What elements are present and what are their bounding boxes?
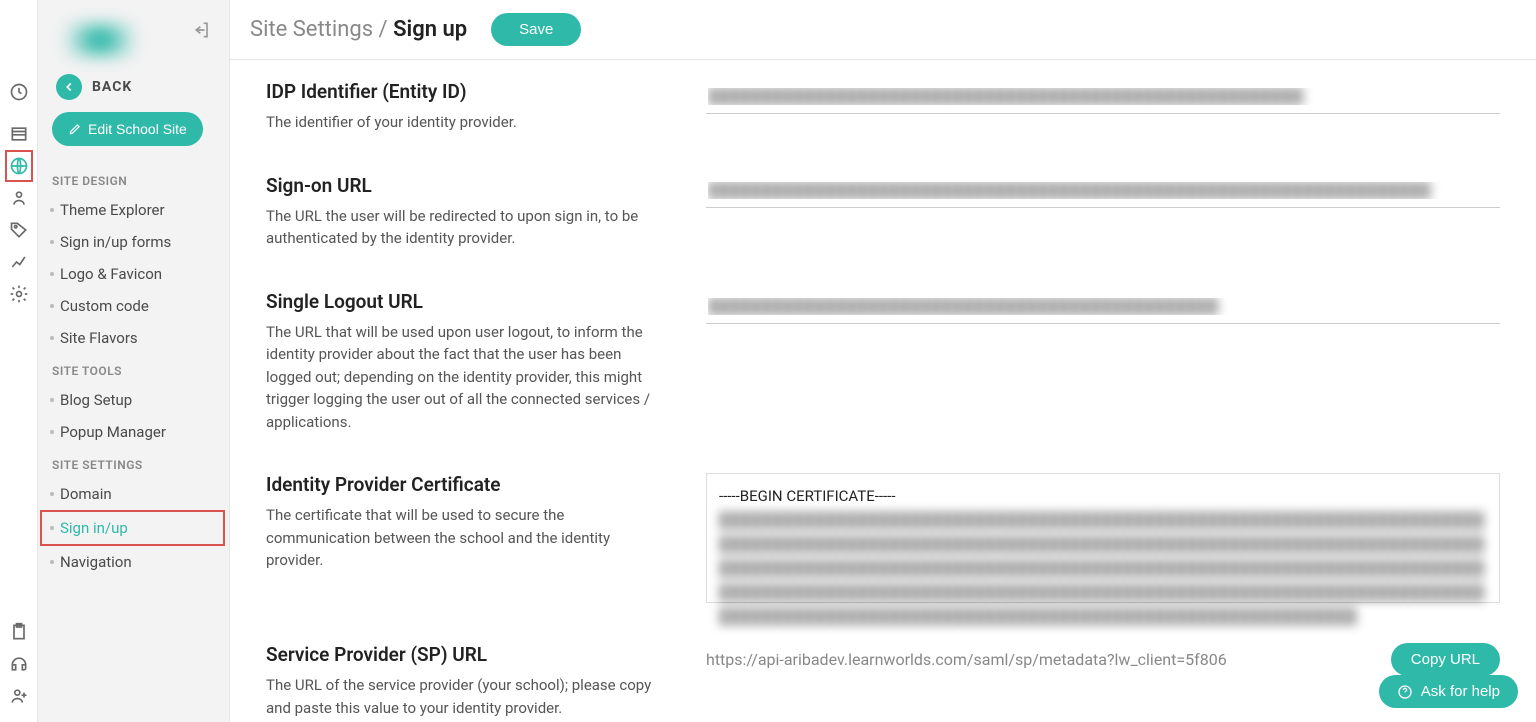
signon-desc: The URL the user will be redirected to u… — [266, 205, 666, 250]
nav-tag-icon[interactable] — [5, 214, 33, 246]
cert-desc: The certificate that will be used to sec… — [266, 504, 666, 572]
section-title-design: SITE DESIGN — [38, 164, 229, 194]
section-title-tools: SITE TOOLS — [38, 354, 229, 384]
logout-icon[interactable] — [187, 15, 217, 45]
sidebar-item-signinup[interactable]: Sign in/up — [40, 510, 225, 546]
sidebar-item-site-flavors[interactable]: Site Flavors — [38, 322, 229, 354]
content: IDP Identifier (Entity ID) The identifie… — [230, 60, 1536, 722]
signon-title: Sign-on URL — [266, 174, 666, 197]
section-title-settings: SITE SETTINGS — [38, 448, 229, 478]
question-icon — [1397, 684, 1413, 700]
idp-title: IDP Identifier (Entity ID) — [266, 80, 666, 103]
header: Site Settings / Sign up Save — [230, 0, 1536, 60]
breadcrumb-parent: Site Settings / — [250, 17, 388, 42]
slo-desc: The URL that will be used upon user logo… — [266, 321, 666, 434]
main: Site Settings / Sign up Save IDP Identif… — [230, 0, 1536, 722]
nav-clipboard-icon[interactable] — [5, 616, 33, 648]
sidebar-item-logo-favicon[interactable]: Logo & Favicon — [38, 258, 229, 290]
sidebar-item-theme-explorer[interactable]: Theme Explorer — [38, 194, 229, 226]
pencil-icon — [68, 122, 82, 136]
nav-dashboard-icon[interactable] — [5, 76, 33, 108]
sidebar-item-custom-code[interactable]: Custom code — [38, 290, 229, 322]
cert-body: ████████████████████████████████████████… — [719, 508, 1487, 628]
sidebar-item-domain[interactable]: Domain — [38, 478, 229, 510]
sp-url-value: https://api-aribadev.learnworlds.com/sam… — [706, 650, 1375, 669]
signon-input[interactable] — [706, 174, 1500, 208]
edit-school-site-button[interactable]: Edit School Site — [52, 112, 203, 146]
save-button[interactable]: Save — [491, 13, 581, 46]
sidebar-item-popup-manager[interactable]: Popup Manager — [38, 416, 229, 448]
idp-desc: The identifier of your identity provider… — [266, 111, 666, 134]
breadcrumb: Site Settings / Sign up — [250, 17, 467, 42]
nav-refer-icon[interactable] — [5, 680, 33, 712]
sp-title: Service Provider (SP) URL — [266, 643, 666, 666]
cert-textarea[interactable]: -----BEGIN CERTIFICATE----- ████████████… — [706, 473, 1500, 603]
back-button[interactable]: BACK — [38, 60, 229, 112]
sidebar-item-blog-setup[interactable]: Blog Setup — [38, 384, 229, 416]
sp-desc: The URL of the service provider (your sc… — [266, 674, 666, 719]
brand-logo — [40, 24, 160, 56]
copy-url-button[interactable]: Copy URL — [1391, 643, 1500, 676]
chevron-left-icon — [56, 74, 82, 100]
idp-input[interactable] — [706, 80, 1500, 114]
ask-for-help-button[interactable]: Ask for help — [1379, 675, 1518, 708]
nav-analytics-icon[interactable] — [5, 246, 33, 278]
back-label: BACK — [92, 79, 132, 95]
slo-title: Single Logout URL — [266, 290, 666, 313]
cert-first-line: -----BEGIN CERTIFICATE----- — [719, 484, 1487, 508]
nav-support-icon[interactable] — [5, 648, 33, 680]
nav-settings-icon[interactable] — [5, 278, 33, 310]
cert-title: Identity Provider Certificate — [266, 473, 666, 496]
nav-users-icon[interactable] — [5, 182, 33, 214]
sidebar: BACK Edit School Site SITE DESIGN Theme … — [38, 0, 230, 722]
nav-site-icon[interactable] — [5, 150, 33, 182]
ask-help-label: Ask for help — [1421, 683, 1500, 700]
sidebar-item-signinup-forms[interactable]: Sign in/up forms — [38, 226, 229, 258]
sidebar-item-navigation[interactable]: Navigation — [38, 546, 229, 578]
breadcrumb-current: Sign up — [393, 17, 467, 42]
nav-list-icon[interactable] — [5, 118, 33, 150]
edit-button-label: Edit School Site — [88, 121, 187, 137]
slo-input[interactable] — [706, 290, 1500, 324]
icon-rail — [0, 0, 38, 722]
